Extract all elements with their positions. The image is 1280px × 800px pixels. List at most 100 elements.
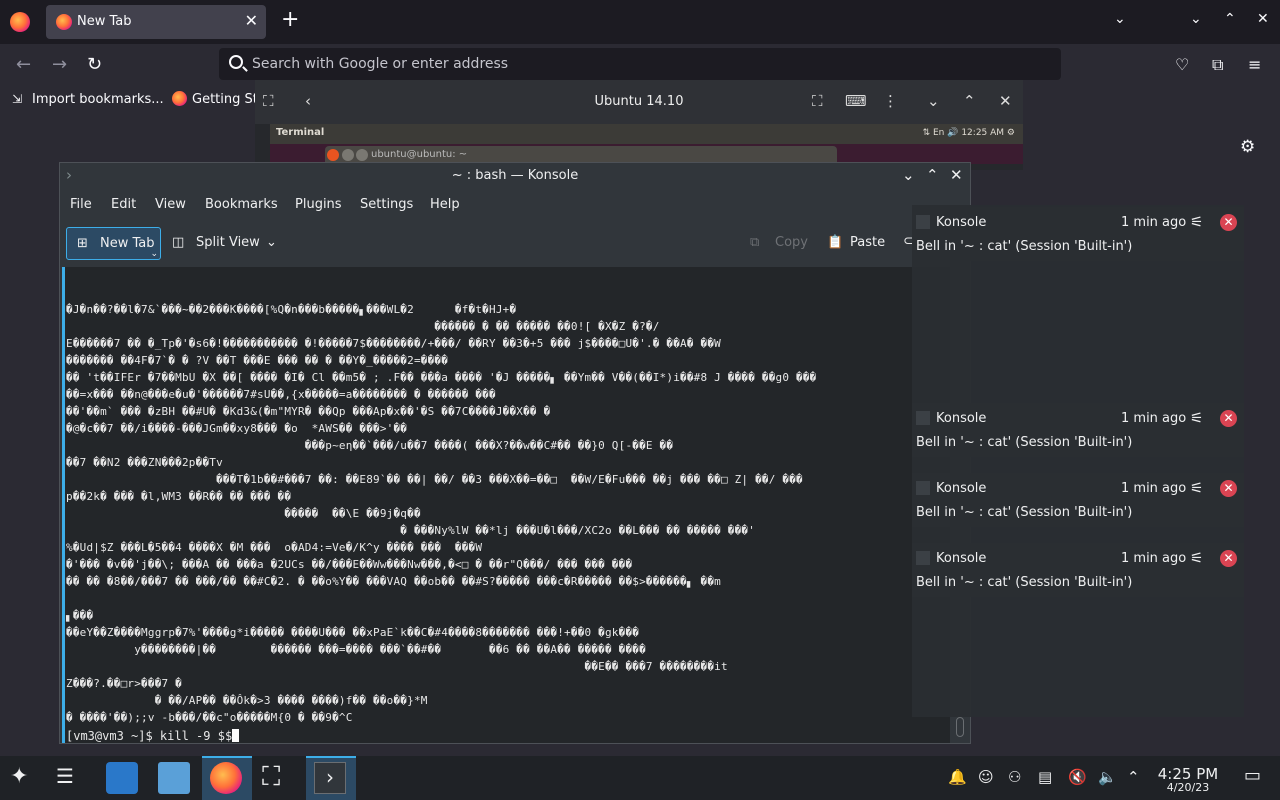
chevron-down-icon: ⌄ <box>266 235 277 250</box>
terminal-view[interactable]: [vm3@vm3 ~]$ kill -9 $$ �J�n��?��l�7&`��… <box>62 267 950 743</box>
notification-body: Bell in '~ : cat' (Session 'Built-in') <box>916 505 1133 520</box>
menu-file[interactable]: File <box>70 197 92 212</box>
notification-body: Bell in '~ : cat' (Session 'Built-in') <box>916 239 1133 254</box>
new-tab-button[interactable]: + <box>281 9 299 31</box>
close-window-icon[interactable]: ✕ <box>1257 11 1269 27</box>
menu-help[interactable]: Help <box>430 197 460 212</box>
terminal-output-line: ����� ��\E ��9j�q�� <box>66 507 421 520</box>
terminal-output-line: Z���?.��□r>���7 � <box>66 677 182 690</box>
notification-popup[interactable]: Konsole 1 min ago ⚟ ✕ Bell in '~ : cat' (Ses… <box>912 473 1244 527</box>
minimize-icon[interactable]: ⌄ <box>1190 11 1202 27</box>
minimize-icon[interactable]: ⌄ <box>927 92 940 110</box>
terminal-output-line: �@�c��7 ��/i����-���JGm��xy8��� �o *AWS�… <box>66 422 408 435</box>
notification-time: 1 min ago <box>1121 481 1187 496</box>
vm-guest-screen[interactable]: Terminal ⇅ En 🔊 12:25 AM ⚙ ubuntu@ubuntu… <box>270 124 1023 164</box>
discover-icon[interactable] <box>106 762 138 794</box>
notifications-icon[interactable]: 🔔 <box>948 768 967 786</box>
terminal-output-line: �J�n��?��l�7&`���~��2���K����[%Q�n���b��… <box>66 303 517 316</box>
more-options-icon[interactable]: ⋮ <box>883 92 898 110</box>
menu-view[interactable]: View <box>155 197 186 212</box>
fullscreen-icon[interactable]: ⛶ <box>812 92 823 110</box>
terminal-output-line: %�Ud|$Z ���L�5��4 ����X �M ��� o�AD4:=Ve… <box>66 541 483 554</box>
system-settings-icon[interactable]: ☰ <box>56 764 74 788</box>
copy-button[interactable]: ⧉ Copy <box>750 227 810 260</box>
taskbar: ✦ ☰ ⛶ › 🔔 ☺ ⚇ ▤ 🔇 🔈 ⌃ ▭ <box>0 756 1280 800</box>
search-icon <box>229 55 243 69</box>
close-notification-icon[interactable]: ✕ <box>1220 410 1237 427</box>
terminal-output-line: � ���Ny%lW ��*lj ���U�l���/XC2o ��L��� �… <box>66 524 756 537</box>
maximize-icon[interactable]: ⌃ <box>926 166 939 184</box>
audio-muted-icon[interactable]: 🔇 <box>1068 768 1087 786</box>
back-icon[interactable]: ← <box>16 54 31 75</box>
terminal-output-line: ���T�1b��#���7 ��: ��E89`�� ��| ��/ ��3 … <box>66 473 803 486</box>
configure-icon[interactable]: ⚟ <box>1190 213 1203 231</box>
reload-icon[interactable]: ↻ <box>87 54 102 75</box>
close-notification-icon[interactable]: ✕ <box>1220 480 1237 497</box>
minimize-icon[interactable]: ⌄ <box>902 166 915 184</box>
maximize-icon[interactable]: ⌃ <box>963 92 976 110</box>
close-notification-icon[interactable]: ✕ <box>1220 550 1237 567</box>
notification-stack <box>912 205 1244 717</box>
vm-viewer-icon[interactable]: ⛶ <box>262 762 280 793</box>
copy-label: Copy <box>775 235 808 250</box>
close-tab-icon[interactable]: ✕ <box>245 11 258 30</box>
file-manager-icon[interactable] <box>158 762 190 794</box>
firefox-icon[interactable] <box>210 762 242 794</box>
app-launcher-icon[interactable]: ✦ <box>10 764 28 789</box>
konsole-app-icon <box>916 551 930 565</box>
firefox-tab-strip: New Tab ✕ + ⌄ ⌄ ⌃ ✕ <box>0 0 1280 44</box>
menu-bookmarks[interactable]: Bookmarks <box>205 197 278 212</box>
konsole-icon[interactable]: › <box>314 762 346 794</box>
notification-time: 1 min ago <box>1121 411 1187 426</box>
tab-new-tab[interactable]: New Tab ✕ <box>46 5 266 39</box>
configure-icon[interactable]: ⚟ <box>1190 479 1203 497</box>
configure-icon[interactable]: ⚟ <box>1190 409 1203 427</box>
konsole-title-bar: › ~ : bash — Konsole ⌄ ⌃ ✕ <box>60 163 970 189</box>
forward-icon[interactable]: → <box>52 54 67 75</box>
import-icon: ⇲ <box>12 92 23 106</box>
menu-edit[interactable]: Edit <box>111 197 136 212</box>
firefox-menu-icon[interactable] <box>10 12 30 32</box>
show-desktop-icon[interactable]: ▭ <box>1244 765 1261 786</box>
new-tab-button[interactable]: ⊞ New Tab ⌄ <box>66 227 161 260</box>
dropdown-arrow-icon: ⌄ <box>150 249 158 259</box>
konsole-app-icon <box>916 411 930 425</box>
clipboard-icon[interactable]: ▤ <box>1038 768 1052 786</box>
users-icon[interactable]: ⚇ <box>1008 768 1021 786</box>
text-cursor <box>232 729 240 742</box>
customize-gear-icon[interactable]: ⚙ <box>1240 137 1255 157</box>
maximize-icon[interactable]: ⌃ <box>1224 11 1236 27</box>
paste-button[interactable]: 📋 Paste <box>827 227 893 260</box>
keyboard-icon[interactable]: ⌨ <box>845 92 867 110</box>
clock-date[interactable]: 4/20/23 <box>1152 781 1224 794</box>
notification-popup[interactable]: Konsole 1 min ago ⚟ ✕ Bell in '~ : cat' (Ses… <box>912 543 1244 597</box>
notification-app-name: Konsole <box>936 551 987 566</box>
split-view-button[interactable]: ◫ Split View ⌄ <box>172 227 282 260</box>
menu-plugins[interactable]: Plugins <box>295 197 342 212</box>
vm-title-bar: ⛶ ‹ Ubuntu 14.10 ⛶ ⌨ ⋮ ⌄ ⌃ ✕ <box>255 80 1023 124</box>
scrollbar-thumb[interactable] <box>956 717 964 737</box>
notification-popup[interactable]: Konsole 1 min ago ⚟ ✕ Bell in '~ : cat' (Ses… <box>912 403 1244 457</box>
app-menu-icon[interactable]: ≡ <box>1248 55 1261 74</box>
pocket-icon[interactable]: ♡ <box>1175 55 1189 74</box>
terminal-output-line: ��'��m` ��� �zBH ��#U� �Kd3&(�m"MYR� ��Q… <box>66 405 551 418</box>
list-all-tabs-icon[interactable]: ⌄ <box>1114 11 1126 27</box>
volume-icon[interactable]: 🔈 <box>1098 768 1117 786</box>
menu-settings[interactable]: Settings <box>360 197 413 212</box>
user-icon[interactable]: ☺ <box>978 768 994 786</box>
close-notification-icon[interactable]: ✕ <box>1220 214 1237 231</box>
close-icon[interactable]: ✕ <box>950 166 963 184</box>
show-hidden-icons-icon[interactable]: ⌃ <box>1127 768 1140 786</box>
guest-minimize-icon <box>342 149 354 161</box>
extensions-icon[interactable]: ⧉ <box>1212 55 1223 75</box>
konsole-app-icon <box>916 481 930 495</box>
bookmark-getting-started[interactable]: Getting St <box>192 92 258 107</box>
url-bar[interactable]: Search with Google or enter address <box>219 48 1061 80</box>
terminal-output-line: ������� ��4F�7`� � ?V ��T ���E ��� �� � … <box>66 354 449 367</box>
notification-popup[interactable]: Konsole 1 min ago ⚟ ✕ Bell in '~ : cat' (Ses… <box>912 207 1244 261</box>
configure-icon[interactable]: ⚟ <box>1190 549 1203 567</box>
bookmark-import[interactable]: Import bookmarks... <box>32 92 164 107</box>
new-tab-label: New Tab <box>100 236 155 251</box>
main-toolbar: ⊞ New Tab ⌄ ◫ Split View ⌄ ⧉ Copy 📋 Past… <box>60 227 970 263</box>
close-icon[interactable]: ✕ <box>999 92 1012 110</box>
